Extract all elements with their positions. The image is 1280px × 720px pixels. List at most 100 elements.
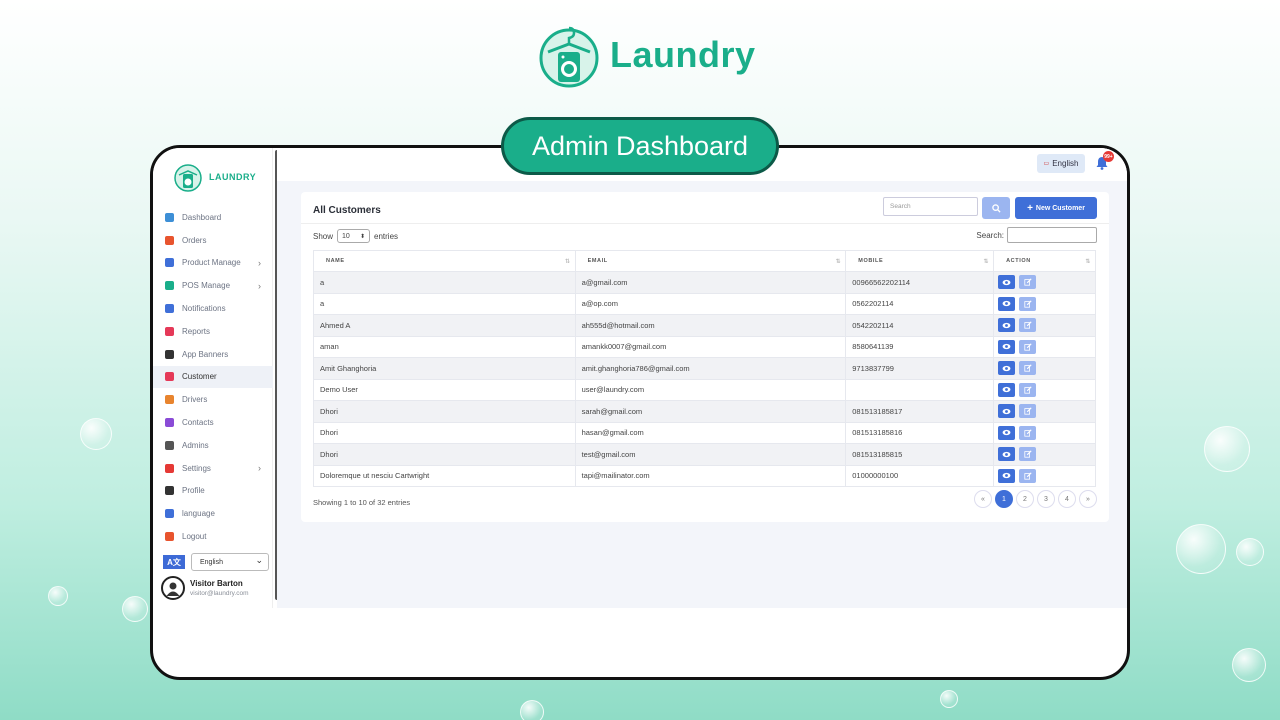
bubble-decoration xyxy=(1232,648,1266,682)
language-button[interactable]: ▭ English xyxy=(1037,154,1085,173)
bell-icon xyxy=(165,304,174,314)
sidebar-item-product-manage[interactable]: Product Manage › xyxy=(153,252,273,275)
row-actions xyxy=(998,361,1095,376)
cell-action xyxy=(993,292,1096,315)
edit-button[interactable] xyxy=(1019,425,1037,440)
sidebar-item-settings[interactable]: Settings › xyxy=(153,457,273,480)
column-header-name[interactable]: Name ⇅ xyxy=(313,250,576,272)
column-header-action[interactable]: Action ⇅ xyxy=(993,250,1096,272)
user-profile[interactable]: Visitor Barton visitor@laundry.com xyxy=(161,576,249,600)
sidebar-item-label: POS Manage xyxy=(182,281,231,291)
search-button[interactable] xyxy=(982,197,1010,219)
cell-name: Dhori xyxy=(313,421,576,444)
file-icon xyxy=(165,326,174,336)
language-button-label: English xyxy=(1052,159,1079,168)
view-button[interactable] xyxy=(998,361,1016,376)
table-row: Dhori sarah@gmail.com 081513185817 xyxy=(313,400,1096,423)
sidebar-item-notifications[interactable]: Notifications xyxy=(153,297,273,320)
view-button[interactable] xyxy=(998,404,1016,419)
column-header-email[interactable]: Email ⇅ xyxy=(574,250,847,272)
sidebar-menu: Dashboard Orders Product Manage › POS Manage… xyxy=(153,206,273,548)
view-button[interactable] xyxy=(998,468,1016,483)
view-button[interactable] xyxy=(998,425,1016,440)
edit-icon xyxy=(1023,364,1032,372)
sidebar-item-label: Dashboard xyxy=(182,212,222,222)
pagination-page-4[interactable]: 4 xyxy=(1058,490,1076,508)
monitor-icon xyxy=(165,212,174,222)
view-button[interactable] xyxy=(998,447,1016,462)
sidebar-logo[interactable]: LAUNDRY xyxy=(173,162,256,192)
edit-button[interactable] xyxy=(1019,339,1037,354)
view-button[interactable] xyxy=(998,318,1016,333)
pagination-page-2[interactable]: 2 xyxy=(1016,490,1034,508)
sidebar-item-profile[interactable]: Profile xyxy=(153,480,273,503)
edit-button[interactable] xyxy=(1019,447,1037,462)
sidebar-item-customer[interactable]: Customer xyxy=(153,365,273,389)
edit-button[interactable] xyxy=(1019,275,1037,290)
sidebar-item-contacts[interactable]: Contacts xyxy=(153,411,273,434)
sidebar-item-label: Contacts xyxy=(182,418,214,428)
bubble-decoration xyxy=(1236,538,1264,566)
language-select[interactable]: English xyxy=(191,553,269,571)
sidebar-item-label: Logout xyxy=(182,532,207,542)
edit-button[interactable] xyxy=(1019,468,1037,483)
cell-email: ah555d@hotmail.com xyxy=(574,314,847,337)
sidebar-item-label: Profile xyxy=(182,486,205,496)
sidebar-item-admins[interactable]: Admins xyxy=(153,434,273,457)
view-button[interactable] xyxy=(998,275,1016,290)
table-row: aman amankk0007@gmail.com 8580641139 xyxy=(313,335,1096,358)
edit-button[interactable] xyxy=(1019,296,1037,311)
pagination-previous[interactable]: « xyxy=(974,490,992,508)
sidebar-item-reports[interactable]: Reports xyxy=(153,320,273,343)
sidebar-item-logout[interactable]: Logout xyxy=(153,525,273,548)
users-icon xyxy=(165,372,174,382)
cell-name: Doloremque ut nesciu Cartwright xyxy=(313,464,576,487)
cell-action xyxy=(993,357,1096,380)
sidebar-item-language[interactable]: language xyxy=(153,502,273,525)
show-label: Show xyxy=(313,231,334,241)
new-customer-button[interactable]: + New Customer xyxy=(1015,197,1097,219)
sidebar-item-drivers[interactable]: Drivers xyxy=(153,388,273,411)
edit-button[interactable] xyxy=(1019,382,1037,397)
table-search-input[interactable] xyxy=(1007,227,1097,243)
truck-icon xyxy=(165,395,174,405)
edit-button[interactable] xyxy=(1019,361,1037,376)
cell-name: Amit Ghanghoria xyxy=(313,357,576,380)
cell-action xyxy=(993,314,1096,337)
view-button[interactable] xyxy=(998,339,1016,354)
view-button[interactable] xyxy=(998,296,1016,311)
pagination-page-1[interactable]: 1 xyxy=(995,490,1013,508)
pagination-next[interactable]: » xyxy=(1079,490,1097,508)
sidebar-item-app-banners[interactable]: App Banners xyxy=(153,343,273,366)
eye-icon xyxy=(1002,408,1011,414)
edit-icon xyxy=(1023,343,1032,351)
row-actions xyxy=(998,468,1095,483)
translate-icon: A文 xyxy=(163,555,185,569)
bubble-decoration xyxy=(122,596,148,622)
gear-icon xyxy=(165,463,174,473)
table-row: a a@gmail.com 00966562202114 xyxy=(313,271,1096,294)
entries-select[interactable]: 10 ⬍ xyxy=(337,229,371,243)
admin-icon xyxy=(165,440,174,450)
cell-name: aman xyxy=(313,335,576,358)
edit-button[interactable] xyxy=(1019,404,1037,419)
chat-icon xyxy=(165,418,174,428)
view-button[interactable] xyxy=(998,382,1016,397)
cell-action xyxy=(993,443,1096,466)
cell-mobile: 0562202114 xyxy=(845,292,995,315)
sort-icon: ⇅ xyxy=(983,259,990,265)
edit-button[interactable] xyxy=(1019,318,1037,333)
cell-email: user@laundry.com xyxy=(574,378,847,401)
sidebar-item-orders[interactable]: Orders xyxy=(153,229,273,252)
user-avatar-icon xyxy=(166,582,180,596)
cell-name: Ahmed A xyxy=(313,314,576,337)
sidebar-item-label: Product Manage xyxy=(182,258,241,268)
new-customer-label: New Customer xyxy=(1035,204,1085,212)
column-header-mobile[interactable]: Mobile ⇅ xyxy=(845,250,995,272)
pagination: «1 2 3 4» xyxy=(974,490,1097,508)
sidebar-item-pos-manage[interactable]: POS Manage › xyxy=(153,274,273,297)
search-input[interactable]: Search xyxy=(883,197,978,216)
pagination-page-3[interactable]: 3 xyxy=(1037,490,1055,508)
eye-icon xyxy=(1002,365,1011,371)
sidebar-item-dashboard[interactable]: Dashboard xyxy=(153,206,273,229)
